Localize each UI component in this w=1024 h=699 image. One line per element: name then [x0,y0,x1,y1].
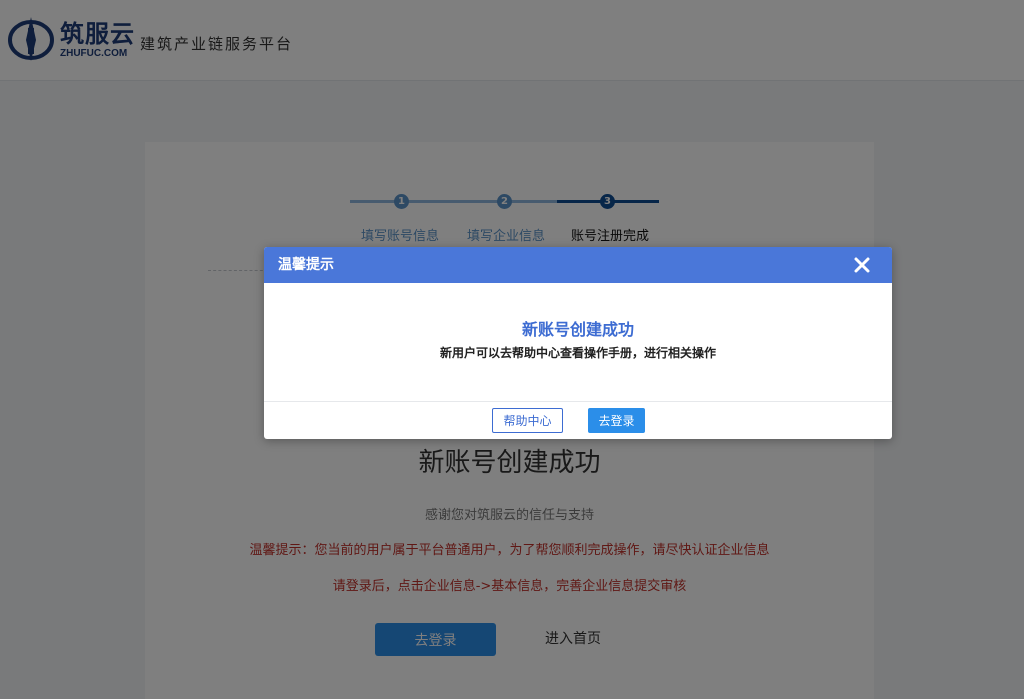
dialog-heading: 新账号创建成功 [521,320,634,339]
notice-dialog: 温馨提示 新账号创建成功 新用户可以去帮助中心查看操作手册，进行相关操作 帮助中… [264,247,892,439]
dialog-title: 温馨提示 [278,257,334,273]
help-center-button[interactable]: 帮助中心 [492,408,563,433]
dialog-header: 温馨提示 [264,247,892,283]
dialog-divider [264,401,892,402]
dialog-login-button[interactable]: 去登录 [588,408,645,433]
dialog-message: 新用户可以去帮助中心查看操作手册，进行相关操作 [439,346,716,360]
close-icon[interactable] [852,255,872,275]
